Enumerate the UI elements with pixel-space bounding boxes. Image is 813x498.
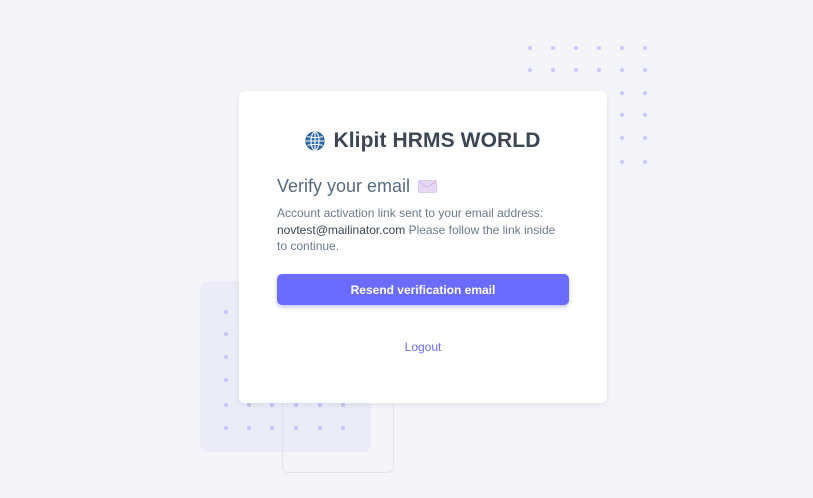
- brand-header: Klipit HRMS WORLD: [239, 129, 607, 153]
- page-title: Verify your email: [277, 176, 411, 196]
- verification-message: Account activation link sent to your ema…: [277, 205, 567, 255]
- message-prefix: Account activation link sent to your ema…: [277, 206, 544, 220]
- resend-verification-button[interactable]: Resend verification email: [277, 274, 569, 305]
- logout-link[interactable]: Logout: [239, 340, 607, 354]
- globe-icon: [305, 131, 326, 151]
- verify-heading: Verify your email: [277, 176, 437, 197]
- brand-name: Klipit HRMS WORLD: [333, 129, 541, 152]
- user-email: novtest@mailinator.com: [277, 222, 406, 237]
- page: Klipit HRMS WORLD Verify your email Acco…: [0, 0, 813, 498]
- verify-email-card: Klipit HRMS WORLD Verify your email Acco…: [239, 91, 607, 403]
- envelope-icon: [418, 180, 437, 193]
